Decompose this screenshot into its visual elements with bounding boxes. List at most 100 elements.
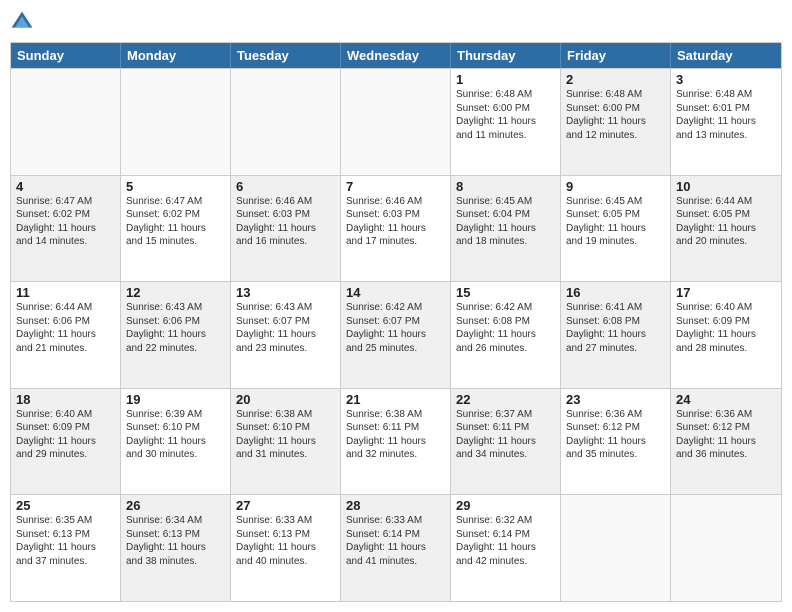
cal-cell-10: 10Sunrise: 6:44 AM Sunset: 6:05 PM Dayli… [671, 176, 781, 282]
day-number: 18 [16, 392, 115, 407]
day-info: Sunrise: 6:47 AM Sunset: 6:02 PM Dayligh… [16, 195, 115, 249]
cal-cell-7: 7Sunrise: 6:46 AM Sunset: 6:03 PM Daylig… [341, 176, 451, 282]
day-info: Sunrise: 6:47 AM Sunset: 6:02 PM Dayligh… [126, 195, 225, 249]
cal-cell-1: 1Sunrise: 6:48 AM Sunset: 6:00 PM Daylig… [451, 69, 561, 175]
cal-cell-11: 11Sunrise: 6:44 AM Sunset: 6:06 PM Dayli… [11, 282, 121, 388]
day-number: 24 [676, 392, 776, 407]
header [10, 10, 782, 34]
day-info: Sunrise: 6:48 AM Sunset: 6:00 PM Dayligh… [566, 88, 665, 142]
day-number: 13 [236, 285, 335, 300]
calendar-row-0: 1Sunrise: 6:48 AM Sunset: 6:00 PM Daylig… [11, 68, 781, 175]
day-number: 15 [456, 285, 555, 300]
day-info: Sunrise: 6:48 AM Sunset: 6:01 PM Dayligh… [676, 88, 776, 142]
cal-cell-empty [121, 69, 231, 175]
day-number: 5 [126, 179, 225, 194]
day-number: 28 [346, 498, 445, 513]
cal-cell-26: 26Sunrise: 6:34 AM Sunset: 6:13 PM Dayli… [121, 495, 231, 601]
cal-cell-14: 14Sunrise: 6:42 AM Sunset: 6:07 PM Dayli… [341, 282, 451, 388]
day-info: Sunrise: 6:45 AM Sunset: 6:04 PM Dayligh… [456, 195, 555, 249]
logo [10, 10, 38, 34]
day-number: 1 [456, 72, 555, 87]
day-info: Sunrise: 6:39 AM Sunset: 6:10 PM Dayligh… [126, 408, 225, 462]
calendar-header: SundayMondayTuesdayWednesdayThursdayFrid… [11, 43, 781, 68]
day-number: 3 [676, 72, 776, 87]
day-number: 8 [456, 179, 555, 194]
cal-cell-2: 2Sunrise: 6:48 AM Sunset: 6:00 PM Daylig… [561, 69, 671, 175]
day-number: 12 [126, 285, 225, 300]
cal-cell-19: 19Sunrise: 6:39 AM Sunset: 6:10 PM Dayli… [121, 389, 231, 495]
day-number: 16 [566, 285, 665, 300]
cal-cell-empty [231, 69, 341, 175]
day-number: 19 [126, 392, 225, 407]
cal-cell-9: 9Sunrise: 6:45 AM Sunset: 6:05 PM Daylig… [561, 176, 671, 282]
day-number: 10 [676, 179, 776, 194]
cal-cell-15: 15Sunrise: 6:42 AM Sunset: 6:08 PM Dayli… [451, 282, 561, 388]
cal-cell-empty [341, 69, 451, 175]
day-info: Sunrise: 6:36 AM Sunset: 6:12 PM Dayligh… [676, 408, 776, 462]
cal-cell-21: 21Sunrise: 6:38 AM Sunset: 6:11 PM Dayli… [341, 389, 451, 495]
cal-cell-28: 28Sunrise: 6:33 AM Sunset: 6:14 PM Dayli… [341, 495, 451, 601]
cal-cell-17: 17Sunrise: 6:40 AM Sunset: 6:09 PM Dayli… [671, 282, 781, 388]
cal-cell-29: 29Sunrise: 6:32 AM Sunset: 6:14 PM Dayli… [451, 495, 561, 601]
cal-cell-22: 22Sunrise: 6:37 AM Sunset: 6:11 PM Dayli… [451, 389, 561, 495]
cal-cell-27: 27Sunrise: 6:33 AM Sunset: 6:13 PM Dayli… [231, 495, 341, 601]
day-info: Sunrise: 6:38 AM Sunset: 6:11 PM Dayligh… [346, 408, 445, 462]
cal-cell-13: 13Sunrise: 6:43 AM Sunset: 6:07 PM Dayli… [231, 282, 341, 388]
cal-cell-16: 16Sunrise: 6:41 AM Sunset: 6:08 PM Dayli… [561, 282, 671, 388]
day-number: 14 [346, 285, 445, 300]
day-info: Sunrise: 6:40 AM Sunset: 6:09 PM Dayligh… [676, 301, 776, 355]
day-number: 11 [16, 285, 115, 300]
day-number: 7 [346, 179, 445, 194]
day-info: Sunrise: 6:46 AM Sunset: 6:03 PM Dayligh… [236, 195, 335, 249]
day-info: Sunrise: 6:48 AM Sunset: 6:00 PM Dayligh… [456, 88, 555, 142]
day-info: Sunrise: 6:43 AM Sunset: 6:07 PM Dayligh… [236, 301, 335, 355]
day-info: Sunrise: 6:36 AM Sunset: 6:12 PM Dayligh… [566, 408, 665, 462]
header-day-sunday: Sunday [11, 43, 121, 68]
day-info: Sunrise: 6:33 AM Sunset: 6:14 PM Dayligh… [346, 514, 445, 568]
day-info: Sunrise: 6:42 AM Sunset: 6:08 PM Dayligh… [456, 301, 555, 355]
day-number: 25 [16, 498, 115, 513]
calendar-row-1: 4Sunrise: 6:47 AM Sunset: 6:02 PM Daylig… [11, 175, 781, 282]
header-day-thursday: Thursday [451, 43, 561, 68]
day-number: 6 [236, 179, 335, 194]
day-info: Sunrise: 6:35 AM Sunset: 6:13 PM Dayligh… [16, 514, 115, 568]
calendar-row-2: 11Sunrise: 6:44 AM Sunset: 6:06 PM Dayli… [11, 281, 781, 388]
day-info: Sunrise: 6:44 AM Sunset: 6:05 PM Dayligh… [676, 195, 776, 249]
cal-cell-empty [671, 495, 781, 601]
day-info: Sunrise: 6:33 AM Sunset: 6:13 PM Dayligh… [236, 514, 335, 568]
logo-icon [10, 10, 34, 34]
cal-cell-8: 8Sunrise: 6:45 AM Sunset: 6:04 PM Daylig… [451, 176, 561, 282]
day-number: 26 [126, 498, 225, 513]
day-number: 4 [16, 179, 115, 194]
day-number: 27 [236, 498, 335, 513]
calendar: SundayMondayTuesdayWednesdayThursdayFrid… [10, 42, 782, 602]
cal-cell-empty [11, 69, 121, 175]
header-day-monday: Monday [121, 43, 231, 68]
cal-cell-24: 24Sunrise: 6:36 AM Sunset: 6:12 PM Dayli… [671, 389, 781, 495]
calendar-body: 1Sunrise: 6:48 AM Sunset: 6:00 PM Daylig… [11, 68, 781, 601]
day-number: 9 [566, 179, 665, 194]
calendar-row-3: 18Sunrise: 6:40 AM Sunset: 6:09 PM Dayli… [11, 388, 781, 495]
header-day-tuesday: Tuesday [231, 43, 341, 68]
day-number: 22 [456, 392, 555, 407]
cal-cell-empty [561, 495, 671, 601]
day-info: Sunrise: 6:44 AM Sunset: 6:06 PM Dayligh… [16, 301, 115, 355]
day-number: 21 [346, 392, 445, 407]
day-number: 29 [456, 498, 555, 513]
day-info: Sunrise: 6:32 AM Sunset: 6:14 PM Dayligh… [456, 514, 555, 568]
day-number: 20 [236, 392, 335, 407]
cal-cell-5: 5Sunrise: 6:47 AM Sunset: 6:02 PM Daylig… [121, 176, 231, 282]
day-info: Sunrise: 6:43 AM Sunset: 6:06 PM Dayligh… [126, 301, 225, 355]
cal-cell-6: 6Sunrise: 6:46 AM Sunset: 6:03 PM Daylig… [231, 176, 341, 282]
cal-cell-12: 12Sunrise: 6:43 AM Sunset: 6:06 PM Dayli… [121, 282, 231, 388]
day-info: Sunrise: 6:42 AM Sunset: 6:07 PM Dayligh… [346, 301, 445, 355]
cal-cell-20: 20Sunrise: 6:38 AM Sunset: 6:10 PM Dayli… [231, 389, 341, 495]
day-info: Sunrise: 6:41 AM Sunset: 6:08 PM Dayligh… [566, 301, 665, 355]
cal-cell-18: 18Sunrise: 6:40 AM Sunset: 6:09 PM Dayli… [11, 389, 121, 495]
day-number: 2 [566, 72, 665, 87]
day-info: Sunrise: 6:34 AM Sunset: 6:13 PM Dayligh… [126, 514, 225, 568]
header-day-wednesday: Wednesday [341, 43, 451, 68]
day-info: Sunrise: 6:37 AM Sunset: 6:11 PM Dayligh… [456, 408, 555, 462]
day-info: Sunrise: 6:46 AM Sunset: 6:03 PM Dayligh… [346, 195, 445, 249]
header-day-friday: Friday [561, 43, 671, 68]
